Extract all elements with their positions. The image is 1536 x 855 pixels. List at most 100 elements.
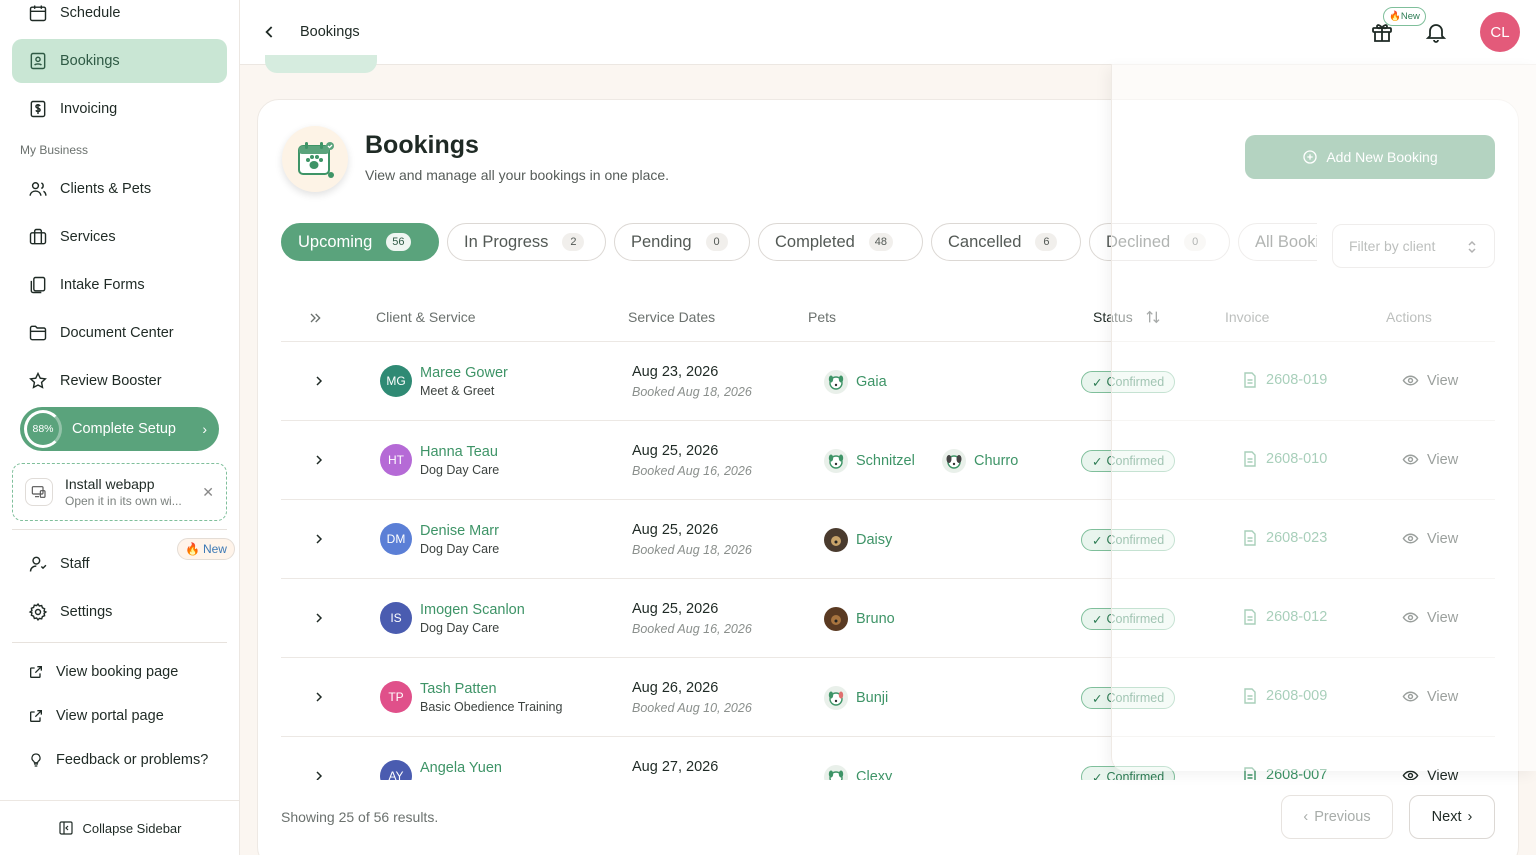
booked-date: Booked Aug 10, 2026 bbox=[632, 701, 752, 715]
status-badge: ✓ Confirmed bbox=[1081, 766, 1176, 781]
pet-link[interactable]: Churro bbox=[942, 449, 1018, 473]
eye-icon bbox=[1402, 533, 1419, 544]
check-icon: ✓ bbox=[1092, 612, 1103, 627]
document-icon bbox=[1244, 530, 1256, 546]
service-name: Dog Day Care bbox=[420, 621, 500, 635]
document-icon bbox=[1244, 688, 1256, 704]
invoice-link[interactable]: 2608-019 bbox=[1243, 372, 1327, 388]
table-row[interactable]: DM Denise Marr Dog Day Care Aug 25, 2026… bbox=[281, 500, 1495, 579]
next-button[interactable]: Next › bbox=[1409, 795, 1495, 839]
eye-icon bbox=[1402, 612, 1419, 623]
client-name[interactable]: Maree Gower bbox=[420, 365, 508, 381]
view-label: View bbox=[1427, 767, 1459, 781]
status-label: Confirmed bbox=[1106, 770, 1165, 780]
service-date: Aug 27, 2026 bbox=[632, 759, 719, 775]
client-name[interactable]: Hanna Teau bbox=[420, 444, 498, 460]
chevron-right-icon[interactable] bbox=[311, 689, 327, 705]
service-name: Dog Day Care bbox=[420, 542, 500, 556]
view-button[interactable]: View bbox=[1402, 688, 1458, 705]
booked-date: Booked Aug 16, 2026 bbox=[632, 622, 752, 636]
pet-link[interactable]: Bunji bbox=[824, 686, 888, 710]
status-label: Confirmed bbox=[1106, 612, 1165, 626]
status-label: Confirmed bbox=[1106, 691, 1165, 705]
chevron-right-icon[interactable] bbox=[311, 531, 327, 547]
pet-photo bbox=[824, 607, 848, 631]
booked-date: Booked Aug 18, 2026 bbox=[632, 543, 752, 557]
avatar: DM bbox=[380, 523, 412, 555]
status-badge: ✓ Confirmed bbox=[1081, 608, 1176, 630]
sidebar-collapse-icon bbox=[59, 821, 74, 835]
check-icon: ✓ bbox=[1092, 691, 1103, 706]
service-name: Basic Obedience Training bbox=[420, 700, 563, 714]
next-label: Next bbox=[1431, 809, 1462, 825]
check-icon: ✓ bbox=[1092, 770, 1103, 781]
invoice-link[interactable]: 2608-023 bbox=[1243, 530, 1327, 546]
collapse-label: Collapse Sidebar bbox=[82, 820, 182, 836]
document-icon bbox=[1244, 609, 1256, 625]
dog-avatar-icon bbox=[824, 765, 848, 780]
status-badge: ✓ Confirmed bbox=[1081, 371, 1176, 393]
pet-name: Schnitzel bbox=[856, 453, 915, 469]
pet-name: Bunji bbox=[856, 690, 889, 706]
status-badge: ✓ Confirmed bbox=[1081, 450, 1176, 472]
pet-link[interactable]: Bruno bbox=[824, 607, 895, 631]
view-button[interactable]: View bbox=[1402, 767, 1458, 780]
view-button[interactable]: View bbox=[1402, 372, 1458, 389]
service-name: Dog Day Care bbox=[420, 463, 500, 477]
results-count: Showing 25 of 56 results. bbox=[281, 809, 439, 825]
pet-link[interactable]: Clexy bbox=[824, 765, 892, 780]
pet-link[interactable]: Gaia bbox=[824, 370, 887, 394]
chevron-right-icon: › bbox=[1467, 809, 1473, 825]
pet-name: Bruno bbox=[856, 611, 895, 627]
view-label: View bbox=[1427, 688, 1459, 705]
table-row[interactable]: HT Hanna Teau Dog Day Care Aug 25, 2026 … bbox=[281, 421, 1495, 500]
service-date: Aug 25, 2026 bbox=[632, 522, 719, 538]
view-label: View bbox=[1427, 609, 1459, 626]
eye-icon bbox=[1402, 691, 1419, 702]
client-name[interactable]: Denise Marr bbox=[420, 523, 499, 539]
view-label: View bbox=[1427, 372, 1459, 389]
dog-avatar-icon bbox=[824, 370, 848, 394]
check-icon: ✓ bbox=[1092, 533, 1103, 548]
table-row[interactable]: MG Maree Gower Meet & Greet Aug 23, 2026… bbox=[281, 342, 1495, 421]
chevron-right-icon[interactable] bbox=[311, 452, 327, 468]
pet-photo bbox=[824, 528, 848, 552]
collapse-sidebar-button[interactable]: Collapse Sidebar bbox=[0, 800, 240, 855]
view-button[interactable]: View bbox=[1402, 451, 1458, 468]
pet-name: Gaia bbox=[856, 374, 887, 390]
service-date: Aug 25, 2026 bbox=[632, 601, 719, 617]
pet-link[interactable]: Schnitzel bbox=[824, 449, 915, 473]
view-button[interactable]: View bbox=[1402, 530, 1458, 547]
booked-date: Booked Aug 18, 2026 bbox=[632, 385, 752, 399]
view-label: View bbox=[1427, 530, 1459, 547]
invoice-link[interactable]: 2608-007 bbox=[1243, 767, 1327, 780]
pet-name: Clexy bbox=[856, 769, 893, 780]
invoice-link[interactable]: 2608-012 bbox=[1243, 609, 1327, 625]
client-name[interactable]: Angela Yuen bbox=[420, 760, 502, 776]
status-badge: ✓ Confirmed bbox=[1081, 687, 1176, 709]
chevron-right-icon[interactable] bbox=[311, 373, 327, 389]
dog-avatar-icon bbox=[824, 449, 848, 473]
chevron-right-icon[interactable] bbox=[311, 610, 327, 626]
document-icon bbox=[1244, 451, 1256, 467]
table-row[interactable]: TP Tash Patten Basic Obedience Training … bbox=[281, 658, 1495, 737]
invoice-link[interactable]: 2608-010 bbox=[1243, 451, 1327, 467]
table-row[interactable]: AY Angela Yuen Aug 27, 2026 Clexy ✓ Confi… bbox=[281, 737, 1495, 780]
invoice-link[interactable]: 2608-009 bbox=[1243, 688, 1327, 704]
pet-link[interactable]: Daisy bbox=[824, 528, 892, 552]
check-icon: ✓ bbox=[1092, 454, 1103, 469]
service-name: Meet & Greet bbox=[420, 384, 495, 398]
chevron-right-icon[interactable] bbox=[311, 768, 327, 780]
invoice-number: 2608-012 bbox=[1266, 609, 1328, 625]
client-name[interactable]: Tash Patten bbox=[420, 681, 497, 697]
invoice-number: 2608-019 bbox=[1266, 372, 1328, 388]
dog-avatar-icon bbox=[942, 449, 966, 473]
client-name[interactable]: Imogen Scanlon bbox=[420, 602, 525, 618]
table-row[interactable]: IS Imogen Scanlon Dog Day Care Aug 25, 2… bbox=[281, 579, 1495, 658]
previous-button[interactable]: ‹ Previous bbox=[1281, 795, 1393, 839]
invoice-number: 2608-010 bbox=[1266, 451, 1328, 467]
previous-label: Previous bbox=[1314, 809, 1371, 825]
view-label: View bbox=[1427, 451, 1459, 468]
view-button[interactable]: View bbox=[1402, 609, 1458, 626]
avatar: HT bbox=[380, 444, 412, 476]
